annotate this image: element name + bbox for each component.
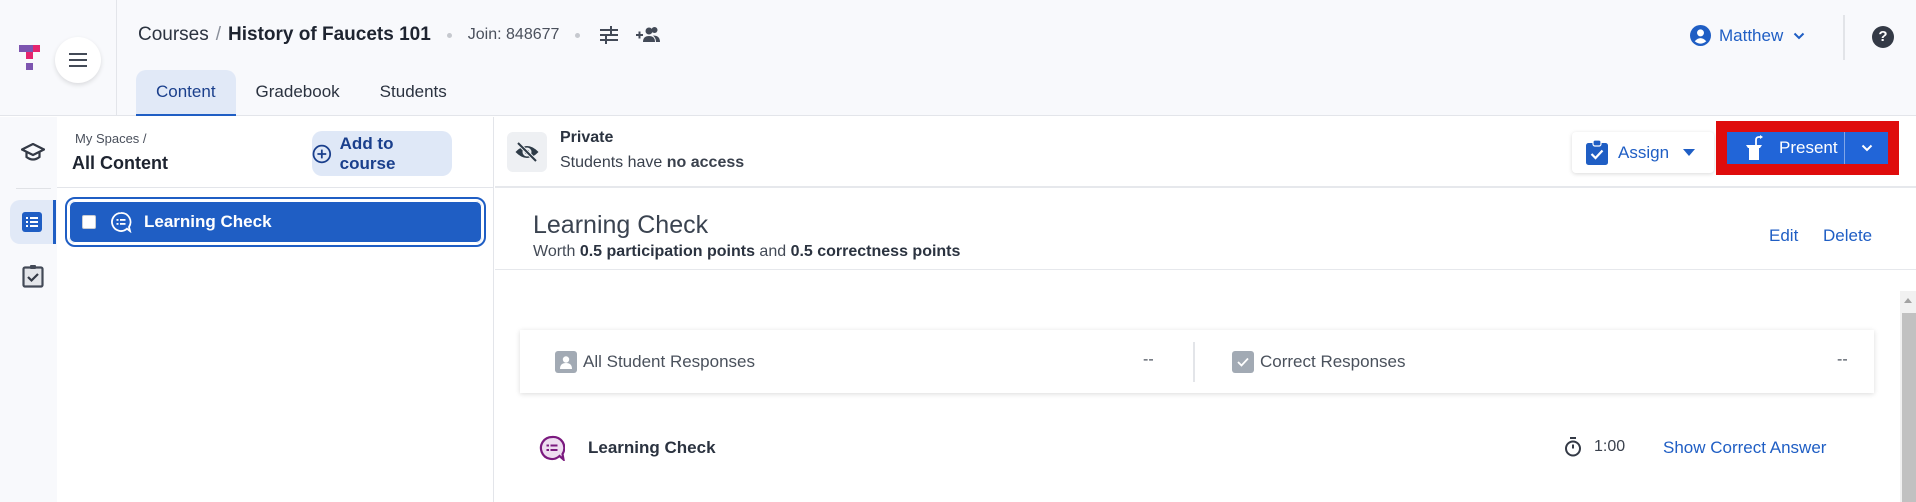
- header-divider: [1843, 15, 1845, 60]
- assign-button[interactable]: Assign: [1572, 132, 1714, 173]
- logo-column: [0, 0, 117, 116]
- visibility-desc-prefix: Students have: [560, 154, 667, 171]
- visibility-toggle[interactable]: [507, 132, 547, 172]
- visibility-description: Students have no access: [560, 154, 744, 172]
- list-panel-header: My Spaces / All Content Add to course: [57, 117, 494, 188]
- assign-label: Assign: [1618, 142, 1670, 162]
- eye-slash-icon: [515, 141, 539, 163]
- vertical-scrollbar[interactable]: [1900, 291, 1916, 502]
- all-responses-value: --: [1143, 351, 1154, 368]
- breadcrumb-separator: /: [215, 24, 222, 45]
- chevron-down-icon: [1861, 144, 1872, 152]
- podium-icon: [1746, 135, 1763, 160]
- hamburger-icon: [69, 53, 87, 67]
- question-timer: 1:00: [1564, 437, 1625, 457]
- chat-list-icon: [111, 212, 132, 233]
- rail-item-courses[interactable]: [10, 131, 56, 175]
- list-icon: [21, 212, 42, 232]
- course-tabs: Content Gradebook Students: [136, 70, 467, 116]
- item-worth: Worth 0.5 participation points and 0.5 c…: [533, 243, 960, 261]
- chevron-down-icon: [1794, 32, 1805, 39]
- stopwatch-icon: [1565, 437, 1581, 457]
- add-to-course-button[interactable]: Add to course: [312, 131, 452, 176]
- item-header: Learning Check Worth 0.5 participation p…: [495, 190, 1916, 270]
- visibility-title: Private: [560, 129, 614, 146]
- item-title: Learning Check: [533, 211, 709, 239]
- present-button[interactable]: Present: [1727, 132, 1845, 164]
- add-students-button[interactable]: [636, 22, 662, 48]
- present-split-button: Present: [1727, 132, 1888, 164]
- participation-points: 0.5 participation points: [579, 243, 755, 260]
- correct-responses-label: Correct Responses: [1260, 351, 1406, 371]
- hamburger-menu-button[interactable]: [55, 37, 101, 83]
- rail-divider: [16, 188, 51, 189]
- item-checkbox[interactable]: [82, 215, 96, 229]
- card-divider: [1193, 342, 1195, 382]
- rail-item-content[interactable]: [10, 200, 56, 244]
- add-to-course-label: Add to course: [339, 133, 396, 173]
- user-name: Matthew: [1719, 25, 1784, 45]
- separator-dot: [575, 32, 581, 38]
- content-list-panel: My Spaces / All Content Add to course Le…: [57, 117, 494, 502]
- tab-content[interactable]: Content: [136, 70, 236, 116]
- all-responses-section[interactable]: All Student Responses: [555, 330, 755, 393]
- breadcrumb-courses-link[interactable]: Courses: [138, 24, 209, 46]
- tab-students[interactable]: Students: [360, 70, 467, 116]
- tab-gradebook[interactable]: Gradebook: [236, 70, 360, 116]
- top-header: Courses / History of Faucets 101 Join: 8…: [0, 0, 1916, 116]
- join-code: Join: 848677: [467, 26, 560, 43]
- present-label: Present: [1779, 138, 1838, 157]
- person-icon: [555, 350, 577, 373]
- graduation-cap-icon: [21, 143, 45, 161]
- separator-dot: [446, 32, 452, 38]
- scrollbar-thumb[interactable]: [1902, 313, 1916, 502]
- course-title: History of Faucets 101: [228, 24, 431, 45]
- question-chat-icon: [539, 435, 566, 463]
- user-avatar-icon: [1690, 25, 1711, 46]
- content-item-label: Learning Check: [144, 212, 272, 231]
- check-box-icon: [1232, 350, 1254, 373]
- left-rail: [0, 117, 57, 502]
- plus-circle-icon: [312, 144, 332, 163]
- correctness-points: 0.5 correctness points: [790, 243, 961, 260]
- timer-value: 1:00: [1594, 438, 1626, 455]
- add-people-icon: [636, 27, 661, 42]
- app-logo[interactable]: [19, 45, 41, 73]
- my-spaces-breadcrumb[interactable]: My Spaces /: [75, 131, 147, 146]
- content-list-item[interactable]: Learning Check: [65, 197, 486, 247]
- present-options-button[interactable]: [1845, 132, 1888, 164]
- scroll-up-arrow-icon[interactable]: [1904, 298, 1912, 303]
- clipboard-check-icon: [22, 265, 44, 288]
- breadcrumb: Courses / History of Faucets 101 Join: 8…: [138, 22, 676, 48]
- correct-responses-value: --: [1837, 351, 1848, 368]
- correct-responses-section[interactable]: Correct Responses: [1232, 330, 1406, 393]
- sliders-icon: [600, 26, 619, 44]
- caret-down-icon: [1683, 149, 1696, 156]
- responses-summary-card: All Student Responses -- Correct Respons…: [520, 330, 1874, 393]
- delete-link[interactable]: Delete: [1823, 226, 1872, 246]
- rail-item-assignments[interactable]: [10, 254, 56, 298]
- worth-prefix: Worth: [533, 243, 580, 260]
- clipboard-check-icon: [1586, 140, 1608, 165]
- show-correct-answer-link[interactable]: Show Correct Answer: [1663, 438, 1826, 458]
- course-settings-button[interactable]: [596, 22, 622, 48]
- main-content: Private Students have no access Assign P…: [495, 117, 1916, 502]
- visibility-status-bar: Private Students have no access Assign P…: [495, 117, 1916, 188]
- question-row: Learning Check 1:00 Show Correct Answer: [495, 427, 1875, 467]
- all-responses-label: All Student Responses: [583, 351, 755, 371]
- user-menu[interactable]: Matthew: [1690, 25, 1805, 46]
- worth-mid: and: [754, 243, 791, 260]
- visibility-desc-bold: no access: [666, 154, 745, 171]
- question-label: Learning Check: [588, 438, 716, 457]
- help-button[interactable]: ?: [1872, 26, 1894, 48]
- list-panel-title: All Content: [72, 153, 168, 173]
- edit-link[interactable]: Edit: [1769, 226, 1798, 246]
